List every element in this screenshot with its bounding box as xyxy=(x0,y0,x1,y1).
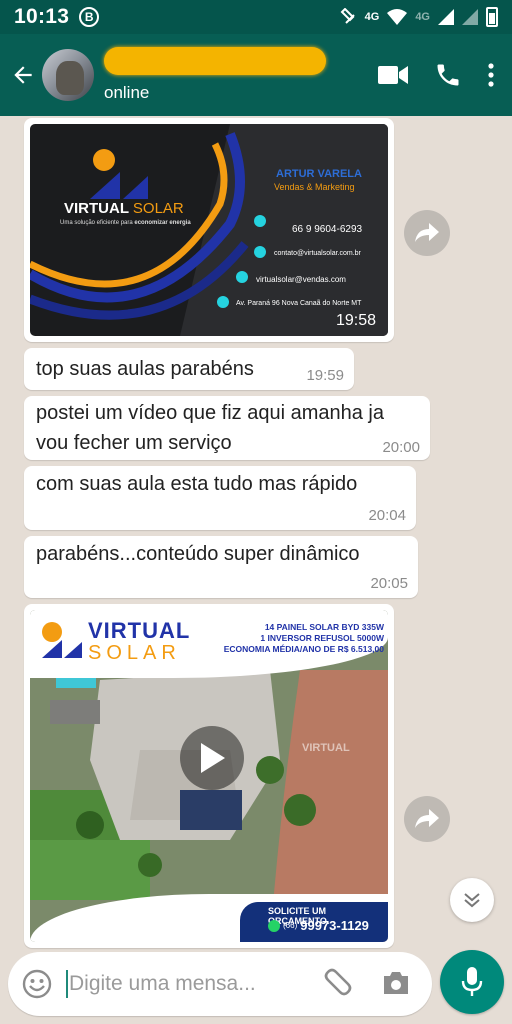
camera-icon[interactable] xyxy=(382,970,410,996)
card-person-role: Vendas & Marketing xyxy=(274,182,355,192)
vibrate-icon xyxy=(340,8,355,24)
message-text: com suas aula esta tudo mas rápido xyxy=(36,473,358,495)
card-phone: 66 9 9604-6293 xyxy=(292,224,363,235)
chat-header: online xyxy=(0,34,512,116)
video-call-icon[interactable] xyxy=(378,64,408,86)
contact-info[interactable]: online xyxy=(104,47,326,103)
card-address: Av. Paraná 96 Nova Canaã do Norte MT xyxy=(236,300,362,307)
message-input[interactable]: Digite uma mensa... xyxy=(69,972,256,996)
brand-logo-icon xyxy=(42,622,82,658)
message-bubble[interactable]: com suas aula esta tudo mas rápido 20:04 xyxy=(24,466,416,530)
battery-icon xyxy=(486,7,498,27)
business-card-image[interactable]: VIRTUAL SOLAR Uma solução eficiente para… xyxy=(30,124,388,336)
card-brand: VIRTUAL SOLAR xyxy=(64,200,184,217)
message-time: 20:00 xyxy=(382,439,420,456)
network-4g-label: 4G xyxy=(364,11,380,23)
forward-icon xyxy=(415,809,439,828)
video-duration: 0:13 xyxy=(42,928,93,942)
play-button[interactable] xyxy=(180,726,244,790)
video-thumbnail[interactable]: VIRTUAL SOLAR 14 PAINEL SOLAR BYD 335W 1… xyxy=(30,610,388,942)
emoji-icon xyxy=(22,969,52,999)
signal-icon xyxy=(438,9,454,25)
video-brand-main: VIRTUAL xyxy=(88,618,191,643)
microphone-icon xyxy=(461,967,483,996)
image-timestamp: 19:58 xyxy=(335,312,376,329)
message-time: 19:59 xyxy=(306,367,344,384)
forward-button[interactable] xyxy=(404,210,450,256)
video-spec-2: 1 INVERSOR REFUSOL 5000W xyxy=(260,633,384,643)
watermark: VIRTUAL xyxy=(302,742,350,754)
status-bar: 10:13 B 4G 4G xyxy=(0,0,512,34)
card-tagline: Uma solução eficiente para economizar en… xyxy=(60,220,191,226)
wifi-icon xyxy=(387,9,408,25)
message-bubble[interactable]: postei um vídeo que fiz aqui amanha ja v… xyxy=(24,396,430,460)
text-caret xyxy=(66,970,68,998)
whatsapp-icon xyxy=(268,919,280,932)
emoji-button[interactable] xyxy=(8,969,66,999)
message-bubble[interactable]: top suas aulas parabéns 19:59 xyxy=(24,348,354,390)
status-time: 10:13 xyxy=(14,5,70,28)
scroll-down-button[interactable] xyxy=(450,878,494,922)
avatar[interactable] xyxy=(42,49,94,101)
cta-phone: (66) 99973-1129 xyxy=(268,918,369,933)
double-chevron-down-icon xyxy=(464,893,480,908)
message-time: 20:05 xyxy=(370,575,408,592)
contact-status: online xyxy=(104,83,150,102)
network-4g-label-2: 4G xyxy=(415,11,430,23)
message-bubble[interactable]: parabéns...conteúdo super dinâmico 20:05 xyxy=(24,536,418,598)
image-message[interactable]: VIRTUAL SOLAR Uma solução eficiente para… xyxy=(24,118,394,342)
video-spec-1: 14 PAINEL SOLAR BYD 335W xyxy=(264,622,384,632)
message-input-bar: Digite uma mensa... xyxy=(8,952,432,1016)
status-icons: 4G 4G xyxy=(339,7,498,27)
header-actions xyxy=(378,61,494,89)
contact-name-redacted xyxy=(104,47,326,81)
play-icon xyxy=(201,743,225,773)
message-text: top suas aulas parabéns xyxy=(36,358,254,380)
b-badge-icon: B xyxy=(79,7,100,27)
signal-icon-2 xyxy=(462,9,478,25)
phone-call-icon[interactable] xyxy=(434,61,462,89)
video-camera-icon xyxy=(42,930,60,942)
attach-icon[interactable] xyxy=(320,968,352,1000)
more-options-icon[interactable] xyxy=(488,63,494,87)
forward-button[interactable] xyxy=(404,796,450,842)
card-email: contato@virtualsolar.com.br xyxy=(274,250,361,257)
message-text: parabéns...conteúdo super dinâmico xyxy=(36,543,360,565)
video-spec-3: ECONOMIA MÉDIA/ANO DE R$ 6.513,00 xyxy=(223,644,384,654)
video-brand-sub: SOLAR xyxy=(88,642,181,664)
message-text: postei um vídeo que fiz aqui amanha ja v… xyxy=(36,402,384,454)
chat-area[interactable]: VIRTUAL SOLAR Uma solução eficiente para… xyxy=(0,116,512,952)
card-site: virtualsolar@vendas.com xyxy=(256,275,346,284)
card-person-name: ARTUR VARELA xyxy=(276,168,362,180)
video-message[interactable]: VIRTUAL SOLAR 14 PAINEL SOLAR BYD 335W 1… xyxy=(24,604,394,948)
arrow-left-icon xyxy=(14,66,32,84)
message-time: 20:04 xyxy=(368,507,406,524)
voice-message-button[interactable] xyxy=(440,950,504,1014)
forward-icon xyxy=(415,223,439,242)
back-button[interactable] xyxy=(4,34,42,116)
